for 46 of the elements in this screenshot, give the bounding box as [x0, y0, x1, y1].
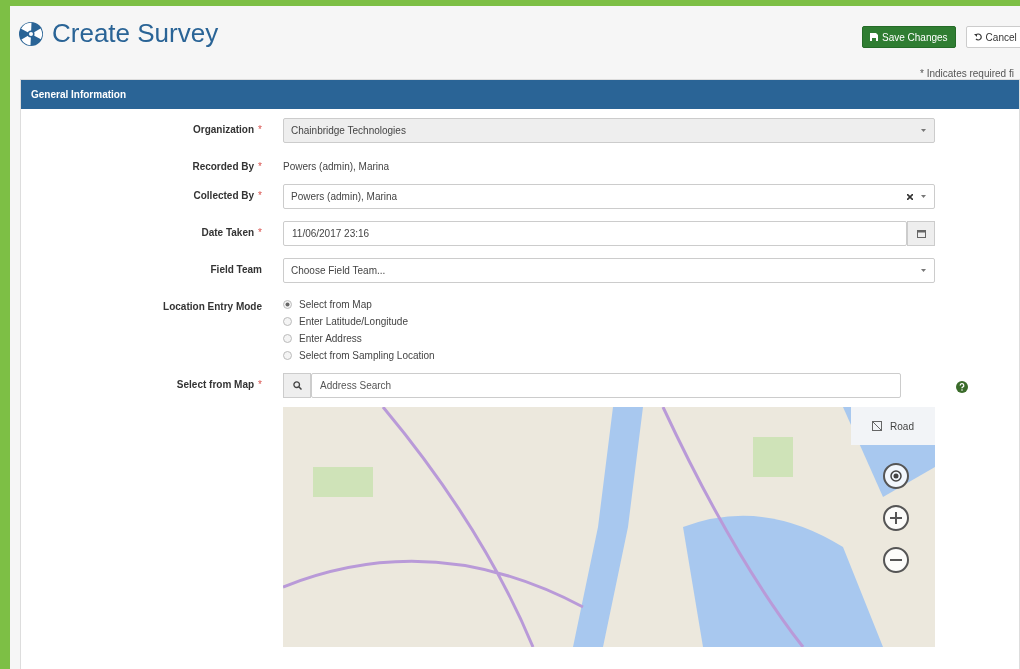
calendar-icon [916, 229, 926, 238]
address-search-field[interactable]: Address Search [311, 373, 901, 398]
required-note: * Indicates required fi [920, 68, 1014, 79]
field-label: Location Entry Mode [163, 301, 262, 312]
select-field[interactable]: Choose Field Team... [283, 258, 935, 283]
radio-button[interactable] [283, 300, 292, 309]
radio-label[interactable]: Select from Sampling Location [299, 350, 435, 361]
undo-icon [973, 33, 982, 41]
locate-icon [890, 470, 902, 482]
field-label: Date Taken [201, 227, 255, 238]
required-asterisk: * [258, 227, 262, 238]
map-style-button[interactable]: Road [851, 407, 935, 445]
radiation-icon [18, 20, 44, 47]
required-asterisk: * [258, 161, 262, 172]
search-icon [292, 381, 302, 390]
radio-button[interactable] [283, 317, 292, 326]
date-field[interactable]: 11/06/2017 23:16 [283, 221, 907, 246]
radio-button[interactable] [283, 351, 292, 360]
caret-icon [921, 195, 926, 198]
radio-label[interactable]: Enter Address [299, 333, 362, 344]
radio-label[interactable]: Select from Map [299, 299, 372, 310]
required-asterisk: * [258, 124, 262, 135]
field-label: Field Team [210, 264, 262, 275]
search-button[interactable] [283, 373, 311, 398]
save-button[interactable]: Save Changes [862, 26, 956, 48]
help-icon[interactable] [956, 381, 968, 393]
field-label: Recorded By [192, 161, 255, 172]
field-label: Select from Map [176, 379, 255, 390]
clear-icon[interactable] [907, 193, 913, 200]
select-field[interactable]: Powers (admin), Marina [283, 184, 935, 209]
minus-icon [890, 559, 902, 561]
required-asterisk: * [258, 379, 262, 390]
calendar-button[interactable] [907, 221, 935, 246]
map-layer-icon [872, 421, 883, 431]
caret-icon [921, 269, 926, 272]
page-title: Create Survey [52, 18, 219, 49]
field-value: Powers (admin), Marina [283, 160, 391, 172]
caret-icon [921, 129, 926, 132]
required-asterisk: * [258, 190, 262, 201]
cancel-button[interactable]: Cancel [965, 26, 1020, 48]
field-label: Collected By [193, 190, 255, 201]
radio-button[interactable] [283, 334, 292, 343]
plus-icon [890, 512, 902, 524]
panel-title: General Information [31, 89, 126, 100]
field-label: Organization [192, 124, 255, 135]
radio-label[interactable]: Enter Latitude/Longitude [299, 316, 408, 327]
